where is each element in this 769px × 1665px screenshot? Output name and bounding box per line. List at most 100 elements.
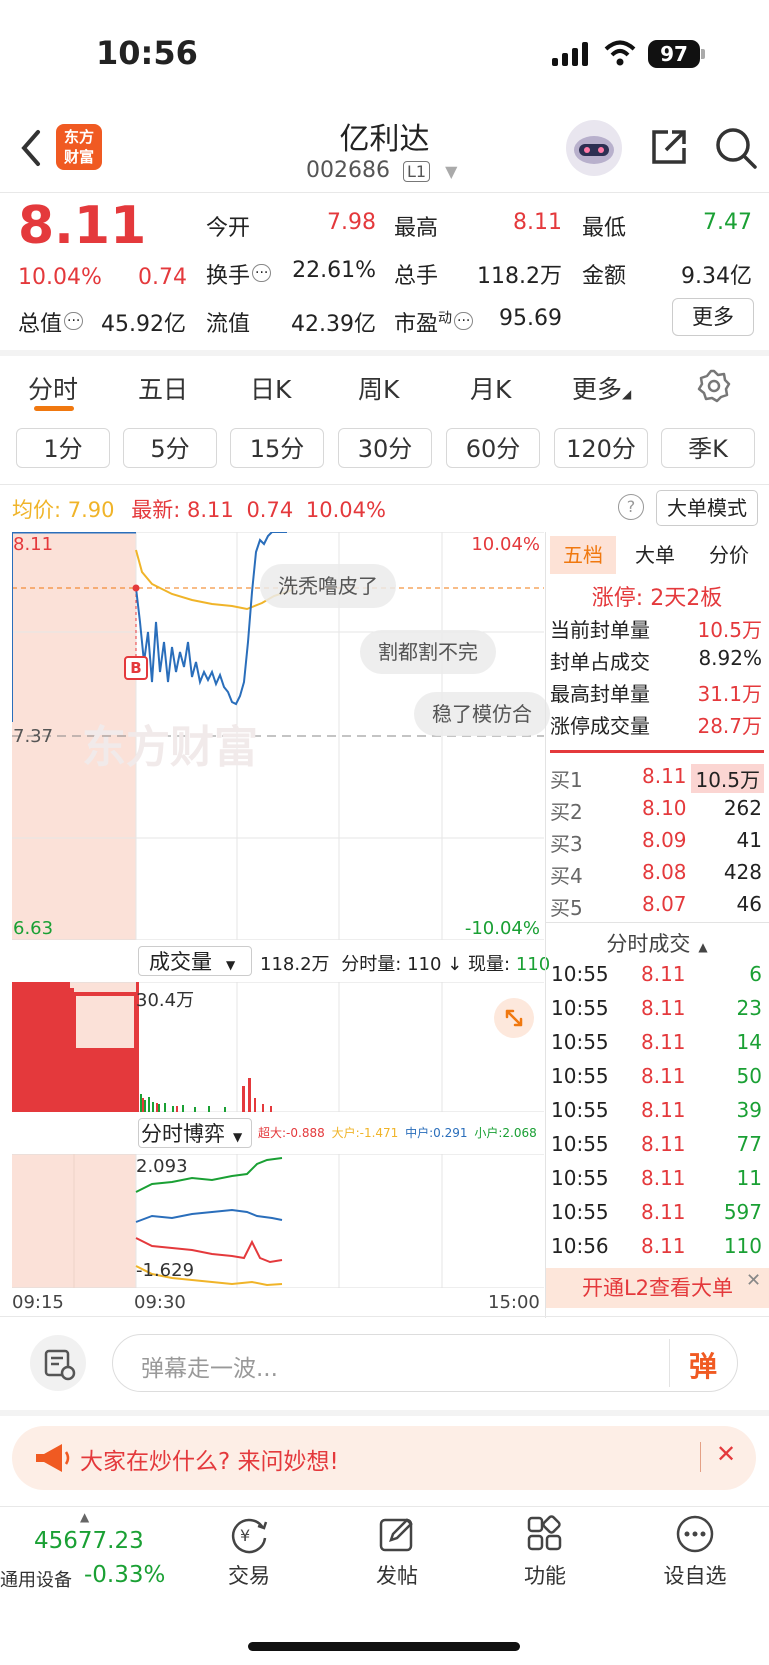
corner-triangle-icon: ◢ [622, 387, 632, 401]
wifi-icon [604, 40, 636, 66]
volume-selector[interactable]: 成交量 ▼ [138, 946, 252, 976]
bo-min-label: -1.629 [136, 1260, 195, 1281]
period-1min[interactable]: 1分 [16, 428, 110, 468]
dropdown-triangle-icon: ▼ [226, 958, 236, 972]
battery-icon: 97 [648, 40, 700, 68]
tab-intraday[interactable]: 分时 [28, 370, 78, 406]
danmaku-input[interactable]: 弹幕走一波... 弹 [112, 1334, 738, 1392]
period-30min[interactable]: 30分 [338, 428, 432, 468]
volume-chart[interactable] [12, 982, 544, 1112]
tab-daily-k[interactable]: 日K [250, 370, 291, 406]
limit-info-row: 涨停成交量 28.7万 [550, 714, 762, 738]
side-tab-big-order[interactable]: 大单 [620, 536, 690, 574]
chart-header: 均价: 7.90 最新: 8.11 0.74 10.04% [12, 498, 386, 522]
bo-summary: 超大:-0.888 大户:-1.471 中户:0.291 小户:2.068 [258, 1126, 537, 1140]
caret-up-icon: ▲ [698, 940, 708, 954]
chart-top-price: 8.11 [13, 534, 54, 555]
period-5min[interactable]: 5分 [123, 428, 217, 468]
side-tab-price-dist[interactable]: 分价 [694, 536, 764, 574]
dropdown-triangle-icon: ▼ [233, 1130, 243, 1144]
level-badge: L1 [402, 161, 431, 182]
caret-up-icon: ▲ [80, 1510, 90, 1524]
side-tab-five-level[interactable]: 五档 [550, 536, 616, 574]
danmaku-settings-icon[interactable] [30, 1335, 86, 1391]
limit-info-row: 当前封单量 10.5万 [550, 618, 762, 642]
nav-functions[interactable]: 功能 [490, 1514, 600, 1590]
tab-weekly-k[interactable]: 周K [358, 370, 399, 406]
more-dots-icon [676, 1515, 714, 1553]
stock-code: 002686 [306, 158, 390, 183]
bo-selector[interactable]: 分时博弈 ▼ [138, 1118, 252, 1148]
time-open: 09:30 [134, 1292, 186, 1313]
battery-level: 97 [660, 42, 688, 66]
period-120min[interactable]: 120分 [554, 428, 648, 468]
close-icon[interactable]: ✕ [746, 1270, 761, 1291]
bid-row: 买1 8.11 10.5万 [550, 764, 764, 794]
open-value: 7.98 [327, 210, 376, 235]
bid-row: 买4 8.08 428 [550, 860, 762, 888]
volume-summary: 118.2万 分时量: 110 ↓ 现量: 110 [260, 954, 551, 975]
trade-icon: ¥ [231, 1518, 268, 1554]
tab-active-indicator [34, 406, 74, 411]
chart-bottom-price: 6.63 [13, 918, 54, 939]
buy-marker[interactable]: B [124, 656, 148, 680]
tab-monthly-k[interactable]: 月K [470, 370, 511, 406]
high-value: 8.11 [513, 210, 562, 235]
l2-banner[interactable]: 开通L2查看大单 [546, 1268, 769, 1308]
nav-post[interactable]: 发帖 [342, 1514, 452, 1590]
period-15min[interactable]: 15分 [230, 428, 324, 468]
stock-code-row[interactable]: 002686 L1 ▼ [306, 158, 457, 183]
turnover-label: 换手 ··· [206, 258, 272, 290]
close-icon[interactable]: ✕ [716, 1440, 736, 1468]
volume-label: 总手 [394, 264, 439, 289]
chart-mid-price: 7.37 [13, 726, 54, 747]
period-season-k[interactable]: 季K [661, 428, 755, 468]
send-danmaku-button[interactable]: 弹 [689, 1345, 717, 1385]
more-button[interactable]: 更多 [672, 298, 754, 336]
period-60min[interactable]: 60分 [446, 428, 540, 468]
nav-trade[interactable]: ¥ 交易 [194, 1514, 304, 1590]
search-icon[interactable] [714, 126, 758, 170]
robot-assistant-icon[interactable] [566, 120, 622, 176]
time-start: 09:15 [12, 1292, 64, 1313]
bo-chart-svg [12, 1154, 544, 1288]
pe-label: 市盈动 ··· [394, 306, 474, 338]
trades-title[interactable]: 分时成交 ▲ [550, 928, 764, 958]
amount-label: 金额 [582, 264, 627, 289]
mktcap-label: 总值 ··· [18, 306, 84, 338]
big-order-mode-button[interactable]: 大单模式 [656, 490, 758, 526]
expand-icon[interactable] [494, 998, 534, 1038]
tab-five-day[interactable]: 五日 [138, 370, 188, 406]
pe-value: 95.69 [499, 306, 562, 331]
danmaku-bubble: 割都割不完 [360, 630, 496, 674]
amount-value: 9.34亿 [681, 264, 752, 289]
danmaku-bubble: 洗秃噜皮了 [260, 564, 396, 608]
share-icon[interactable] [648, 126, 690, 168]
promo-banner[interactable]: 大家在炒什么? 来问妙想! ✕ [12, 1426, 756, 1490]
super-holder-line [135, 1237, 283, 1264]
megaphone-icon [32, 1442, 72, 1474]
volume-value: 118.2万 [477, 264, 562, 289]
price-line [135, 532, 287, 706]
float-value: 42.39亿 [291, 312, 376, 337]
help-icon[interactable]: ? [618, 494, 644, 520]
nav-add-watchlist[interactable]: 设自选 [640, 1514, 750, 1590]
limit-info-row: 最高封单量 31.1万 [550, 682, 762, 706]
index-ticker[interactable]: ▲ 45677.23 通用设备 -0.33% [0, 1508, 180, 1591]
volume-chart-svg [12, 982, 544, 1112]
mid-holder-line [135, 1208, 283, 1223]
info-dots-icon: ··· [64, 312, 84, 330]
change-pct: 10.04% [18, 265, 102, 290]
tab-more[interactable]: 更多◢ [572, 370, 631, 406]
limit-up-title: 涨停: 2天2板 [591, 586, 723, 611]
float-label: 流值 [206, 312, 251, 337]
settings-gear-icon[interactable] [696, 368, 732, 404]
danmaku-bubble: 稳了模仿合 [414, 692, 550, 736]
status-time: 10:56 [96, 34, 198, 72]
home-indicator [248, 1642, 520, 1651]
bo-chart[interactable] [12, 1154, 544, 1288]
cellular-signal-icon [552, 42, 592, 66]
chart-top-pct: 10.04% [471, 534, 540, 555]
grid-icon [527, 1515, 562, 1551]
info-dots-icon: ··· [252, 264, 272, 282]
